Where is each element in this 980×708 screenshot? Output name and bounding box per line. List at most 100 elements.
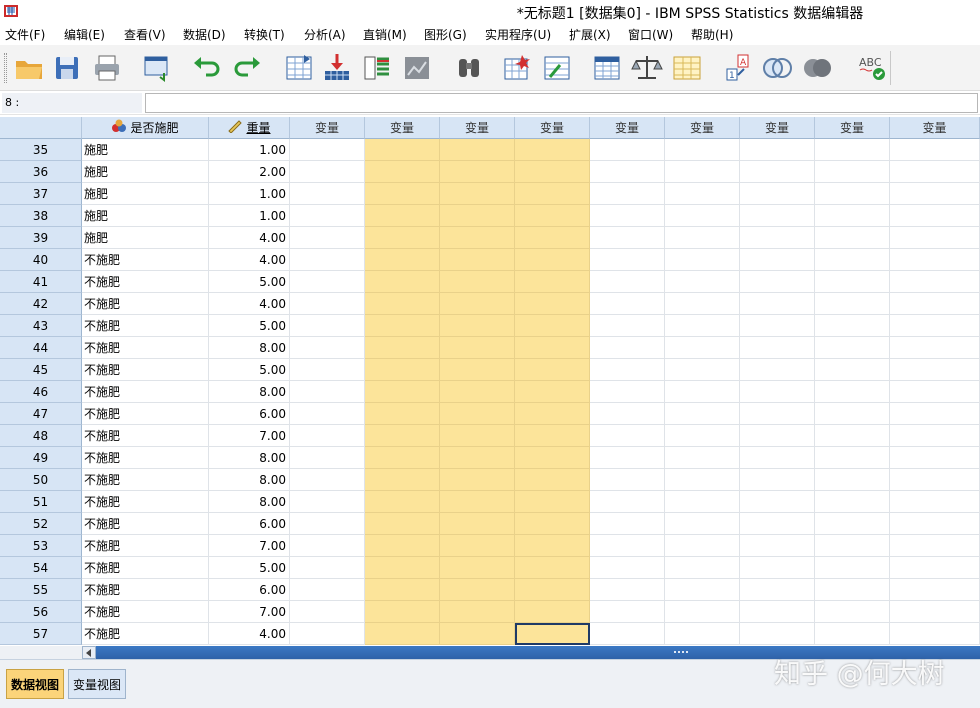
cell-empty[interactable] — [365, 271, 440, 293]
cell-empty[interactable] — [515, 579, 590, 601]
menu-item-d[interactable]: 数据(D) — [183, 26, 226, 43]
redo-button[interactable] — [230, 51, 264, 85]
cell-empty[interactable] — [440, 337, 515, 359]
menu-item-w[interactable]: 窗口(W) — [628, 26, 673, 43]
save-disk-button[interactable] — [50, 51, 84, 85]
cell-weight[interactable]: 1.00 — [209, 139, 290, 161]
cell-empty[interactable] — [515, 535, 590, 557]
cell-fertilized[interactable]: 不施肥 — [82, 249, 209, 271]
cell-empty[interactable] — [590, 381, 665, 403]
cell-fertilized[interactable]: 不施肥 — [82, 579, 209, 601]
cell-empty[interactable] — [815, 293, 890, 315]
cell-empty[interactable] — [590, 579, 665, 601]
insert-variable-button[interactable] — [540, 51, 574, 85]
cell-empty[interactable] — [590, 271, 665, 293]
cell-weight[interactable]: 1.00 — [209, 183, 290, 205]
cell-empty[interactable] — [665, 183, 740, 205]
cell-fertilized[interactable]: 不施肥 — [82, 337, 209, 359]
cell-empty[interactable] — [290, 491, 365, 513]
cell-empty[interactable] — [290, 183, 365, 205]
cell-empty[interactable] — [515, 469, 590, 491]
cell-empty[interactable] — [665, 161, 740, 183]
variables-button[interactable] — [360, 51, 394, 85]
cell-empty[interactable] — [440, 293, 515, 315]
cell-empty[interactable] — [440, 623, 515, 645]
cell-empty[interactable] — [740, 359, 815, 381]
row-header[interactable]: 41 — [0, 271, 82, 293]
cell-empty[interactable] — [515, 403, 590, 425]
cell-fertilized[interactable]: 施肥 — [82, 183, 209, 205]
cell-empty[interactable] — [665, 425, 740, 447]
cell-empty[interactable] — [890, 535, 980, 557]
cell-empty[interactable] — [740, 337, 815, 359]
cell-empty[interactable] — [515, 381, 590, 403]
cell-fertilized[interactable]: 不施肥 — [82, 623, 209, 645]
cell-empty[interactable] — [440, 601, 515, 623]
cell-weight[interactable]: 8.00 — [209, 447, 290, 469]
cell-empty[interactable] — [590, 249, 665, 271]
cell-empty[interactable] — [815, 227, 890, 249]
cell-empty[interactable] — [665, 579, 740, 601]
scroll-grip-icon[interactable] — [674, 651, 688, 654]
cell-empty[interactable] — [890, 447, 980, 469]
menu-item-g[interactable]: 图形(G) — [424, 26, 467, 43]
cell-empty[interactable] — [740, 161, 815, 183]
row-header[interactable]: 35 — [0, 139, 82, 161]
cell-empty[interactable] — [290, 513, 365, 535]
cell-empty[interactable] — [290, 161, 365, 183]
show-all-variables-button[interactable] — [800, 51, 834, 85]
cell-empty[interactable] — [815, 403, 890, 425]
cell-empty[interactable] — [290, 579, 365, 601]
scroll-left-arrow-icon[interactable] — [82, 646, 96, 659]
cell-empty[interactable] — [890, 337, 980, 359]
menu-item-x[interactable]: 扩展(X) — [569, 26, 611, 43]
cell-empty[interactable] — [665, 315, 740, 337]
cell-empty[interactable] — [515, 249, 590, 271]
insert-cases-button[interactable] — [500, 51, 534, 85]
cell-fertilized[interactable]: 不施肥 — [82, 381, 209, 403]
cell-empty[interactable] — [515, 205, 590, 227]
cell-empty[interactable] — [440, 205, 515, 227]
split-file-button[interactable] — [590, 51, 624, 85]
cell-weight[interactable]: 5.00 — [209, 271, 290, 293]
cell-empty[interactable] — [665, 381, 740, 403]
cell-empty[interactable] — [515, 601, 590, 623]
cell-empty[interactable] — [590, 447, 665, 469]
cell-empty[interactable] — [365, 469, 440, 491]
cell-empty[interactable] — [590, 535, 665, 557]
cell-empty[interactable] — [665, 337, 740, 359]
cell-empty[interactable] — [815, 579, 890, 601]
cell-weight[interactable]: 1.00 — [209, 205, 290, 227]
cell-empty[interactable] — [290, 535, 365, 557]
tab-variable-view[interactable]: 变量视图 — [68, 669, 127, 699]
spell-check-button[interactable]: ABC — [855, 51, 889, 85]
cell-empty[interactable] — [290, 249, 365, 271]
weight-cases-scale-button[interactable] — [630, 51, 664, 85]
cell-empty[interactable] — [515, 227, 590, 249]
cell-empty[interactable] — [815, 337, 890, 359]
row-header[interactable]: 37 — [0, 183, 82, 205]
cell-empty[interactable] — [890, 557, 980, 579]
cell-weight[interactable]: 6.00 — [209, 513, 290, 535]
cell-empty[interactable] — [665, 293, 740, 315]
row-header[interactable]: 50 — [0, 469, 82, 491]
cell-empty[interactable] — [365, 337, 440, 359]
cell-empty[interactable] — [665, 227, 740, 249]
cell-empty[interactable] — [365, 205, 440, 227]
cell-empty[interactable] — [365, 535, 440, 557]
menu-item-a[interactable]: 分析(A) — [304, 26, 346, 43]
cell-empty[interactable] — [515, 425, 590, 447]
cell-empty[interactable] — [290, 381, 365, 403]
cell-empty[interactable] — [740, 249, 815, 271]
cell-empty[interactable] — [365, 161, 440, 183]
row-header[interactable]: 47 — [0, 403, 82, 425]
cell-empty[interactable] — [740, 139, 815, 161]
cell-weight[interactable]: 4.00 — [209, 293, 290, 315]
cell-empty[interactable] — [665, 359, 740, 381]
cell-fertilized[interactable]: 不施肥 — [82, 271, 209, 293]
cell-empty[interactable] — [665, 403, 740, 425]
recall-dialog-button[interactable] — [140, 51, 174, 85]
cell-empty[interactable] — [290, 403, 365, 425]
cell-empty[interactable] — [815, 183, 890, 205]
cell-empty[interactable] — [515, 139, 590, 161]
